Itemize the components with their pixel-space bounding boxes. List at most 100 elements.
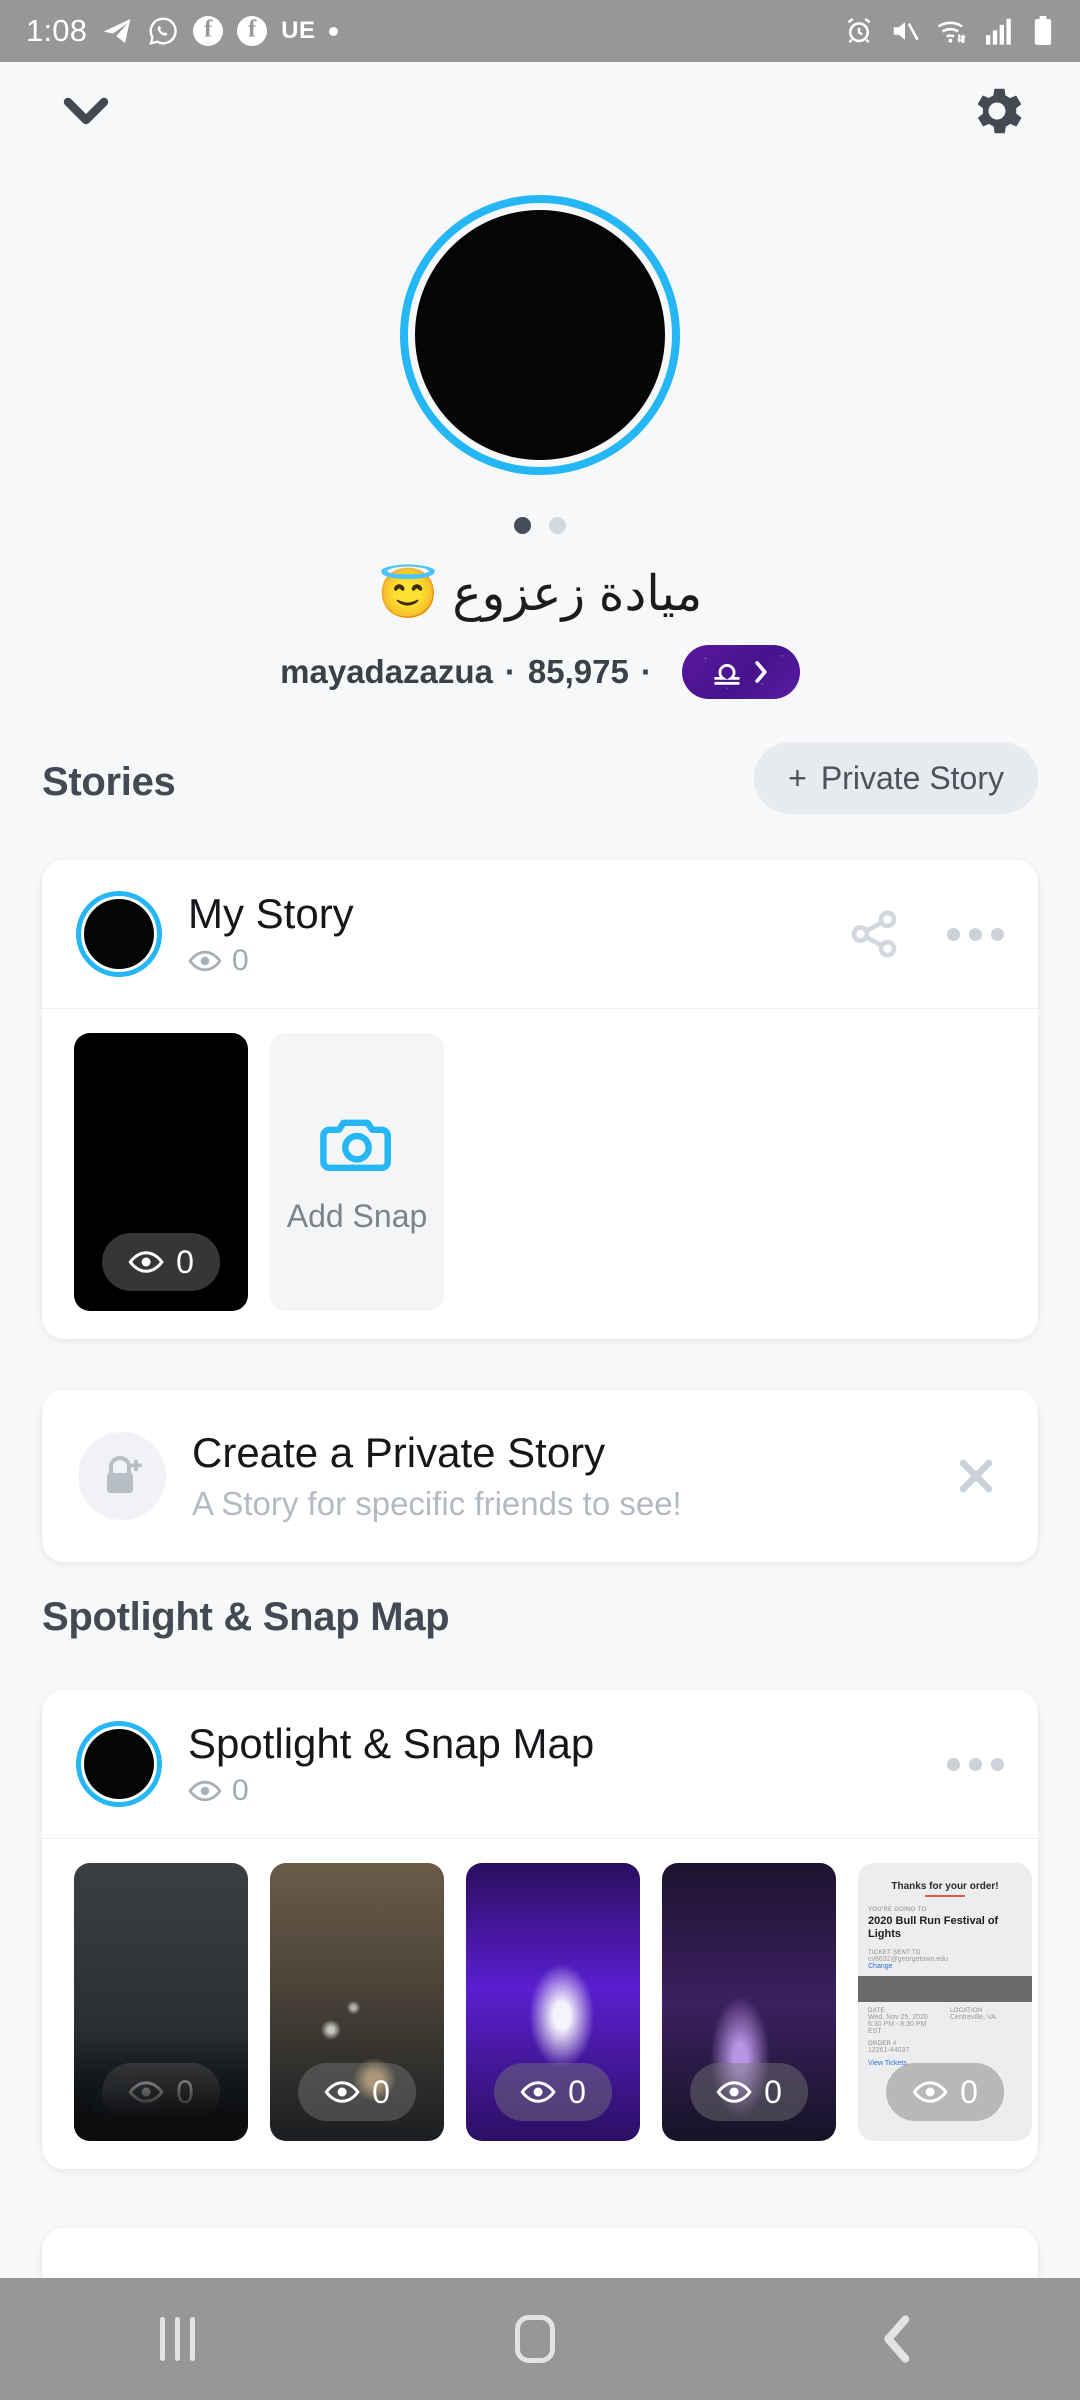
my-story-avatar[interactable] — [76, 891, 162, 977]
telegram-icon — [103, 19, 131, 43]
subline-separator: · — [504, 653, 516, 690]
eye-icon — [716, 2081, 752, 2103]
my-story-thumbnails: 0 Add Snap — [42, 1009, 1038, 1339]
wifi-icon — [937, 21, 966, 43]
snap-view-count: 0 — [176, 1243, 194, 1280]
receipt-going-label: YOU'RE GOING TO — [868, 1907, 927, 1913]
create-private-story-text: Create a Private Story A Story for speci… — [192, 1429, 682, 1523]
spotlight-thumbnails: 0 0 0 0 Thanks for your order! YOU'RE GO… — [42, 1839, 1038, 2169]
subline-separator: · — [640, 653, 652, 690]
my-story-view-count: 0 — [232, 944, 249, 977]
profile-avatar[interactable] — [400, 195, 680, 475]
receipt-rule — [925, 1895, 965, 1897]
recents-icon[interactable] — [160, 2317, 196, 2361]
snapscore-label: 85,975 — [527, 653, 629, 690]
add-private-story-button[interactable]: + Private Story — [754, 742, 1038, 814]
night-trees-thumbnail[interactable]: 0 — [74, 1863, 248, 2141]
share-icon[interactable] — [847, 907, 901, 961]
create-private-story-subtitle: A Story for specific friends to see! — [192, 1485, 682, 1522]
my-story-views: 0 — [188, 944, 354, 978]
eye-icon — [188, 950, 222, 972]
eye-icon — [324, 2081, 360, 2103]
zodiac-badge[interactable] — [681, 645, 800, 699]
notification-dot-icon — [329, 26, 339, 36]
android-nav-bar — [0, 2278, 1080, 2400]
receipt-date-value: Wed, Nov 25, 2020 6:30 PM - 8:30 PM EST — [868, 2014, 928, 2036]
road-lights-thumbnail[interactable]: 0 — [270, 1863, 444, 2141]
receipt-details: DATE Wed, Nov 25, 2020 6:30 PM - 8:30 PM… — [868, 2008, 1022, 2035]
page-dot-active[interactable] — [514, 517, 531, 534]
status-bar: 1:08 UE — [0, 0, 1080, 62]
spotlight-card[interactable]: Spotlight & Snap Map 0 0 0 0 0 Thanks fo… — [42, 1690, 1038, 2169]
thumbnail-view-count: 0 — [960, 2073, 978, 2110]
thumbnail-views-badge: 0 — [102, 2063, 220, 2121]
purple-light-display-thumbnail[interactable]: 0 — [466, 1863, 640, 2141]
battery-icon — [1034, 16, 1052, 45]
status-bar-left: 1:08 UE — [26, 13, 339, 49]
private-story-label: Private Story — [820, 759, 1004, 796]
receipt-ticket-email: cv6632@georgetown.edu — [868, 1956, 948, 1964]
camera-icon — [320, 1119, 391, 1171]
thumbnail-view-count: 0 — [568, 2073, 586, 2110]
receipt-location-col: LOCATION Centreville, VA — [950, 2008, 1022, 2035]
gear-icon[interactable] — [966, 80, 1028, 142]
create-private-story-title: Create a Private Story — [192, 1429, 606, 1476]
my-story-card[interactable]: My Story 0 0 Add Snap — [42, 860, 1038, 1339]
my-story-row[interactable]: My Story 0 — [42, 860, 1038, 1008]
plus-icon: + — [788, 759, 807, 796]
spotlight-view-count: 0 — [232, 1774, 249, 1807]
snap-views-badge: 0 — [102, 1233, 220, 1291]
create-private-story-row[interactable]: Create a Private Story A Story for speci… — [42, 1390, 1038, 1562]
status-bar-clock: 1:08 — [26, 13, 88, 48]
thumbnail-view-count: 0 — [372, 2073, 390, 2110]
facebook-icon — [237, 16, 268, 46]
spotlight-views: 0 — [188, 1774, 594, 1808]
home-icon[interactable] — [515, 2315, 556, 2363]
lock-plus-icon — [78, 1432, 166, 1520]
order-receipt-thumbnail[interactable]: Thanks for your order! YOU'RE GOING TO 2… — [858, 1863, 1032, 2141]
thumbnail-views-badge: 0 — [494, 2063, 612, 2121]
eye-icon — [188, 1780, 222, 1802]
add-snap-label: Add Snap — [286, 1197, 428, 1234]
create-private-story-card[interactable]: Create a Private Story A Story for speci… — [42, 1390, 1038, 1562]
receipt-order-value: 12261-44037 — [868, 2047, 910, 2055]
signal-icon — [986, 18, 1011, 45]
username-label: mayadazazua — [280, 653, 493, 690]
thumbnail-view-count: 0 — [176, 2073, 194, 2110]
close-icon[interactable] — [950, 1450, 1002, 1502]
eye-icon — [912, 2081, 948, 2103]
libra-icon — [714, 664, 740, 685]
alarm-icon — [847, 17, 871, 44]
stories-heading: Stories — [42, 760, 176, 804]
spotlight-avatar[interactable] — [76, 1721, 162, 1807]
top-bar — [0, 62, 1080, 172]
chevron-down-icon[interactable] — [58, 90, 114, 130]
my-story-actions — [847, 907, 1004, 961]
receipt-location-value: Centreville, VA — [950, 2014, 996, 2022]
page-dot-inactive[interactable] — [549, 517, 566, 534]
more-options-icon[interactable] — [947, 1757, 1004, 1771]
snapchat-profile-screen: 1:08 UE ميادة زعزوع 😇 mayadazazua · — [0, 0, 1080, 2400]
receipt-thanks: Thanks for your order! — [891, 1881, 999, 1892]
spotlight-row[interactable]: Spotlight & Snap Map 0 — [42, 1690, 1038, 1838]
eye-icon — [520, 2081, 556, 2103]
thumbnail-views-badge: 0 — [886, 2063, 1004, 2121]
back-icon[interactable] — [876, 2312, 920, 2366]
eye-icon — [128, 2081, 164, 2103]
receipt-barcode — [858, 1976, 1032, 2003]
profile-page-dots[interactable] — [514, 517, 566, 534]
display-name: ميادة زعزوع 😇 — [377, 567, 703, 621]
add-snap-button[interactable]: Add Snap — [270, 1033, 444, 1311]
chevron-right-icon — [755, 661, 767, 683]
receipt-event-title: 2020 Bull Run Festival of Lights — [868, 1915, 999, 1940]
facebook-icon — [193, 16, 224, 46]
status-bar-right — [844, 16, 1054, 46]
spotlight-row-title: Spotlight & Snap Map — [188, 1720, 595, 1767]
receipt-change-link: Change — [868, 1963, 893, 1971]
purple-night-thumbnail[interactable]: 0 — [662, 1863, 836, 2141]
snap-thumbnail-black[interactable]: 0 — [74, 1033, 248, 1311]
more-options-icon[interactable] — [947, 927, 1004, 941]
profile-subline: mayadazazua · 85,975 · — [0, 645, 1080, 699]
eye-icon — [128, 1251, 164, 1273]
spotlight-row-text: Spotlight & Snap Map 0 — [188, 1720, 594, 1808]
